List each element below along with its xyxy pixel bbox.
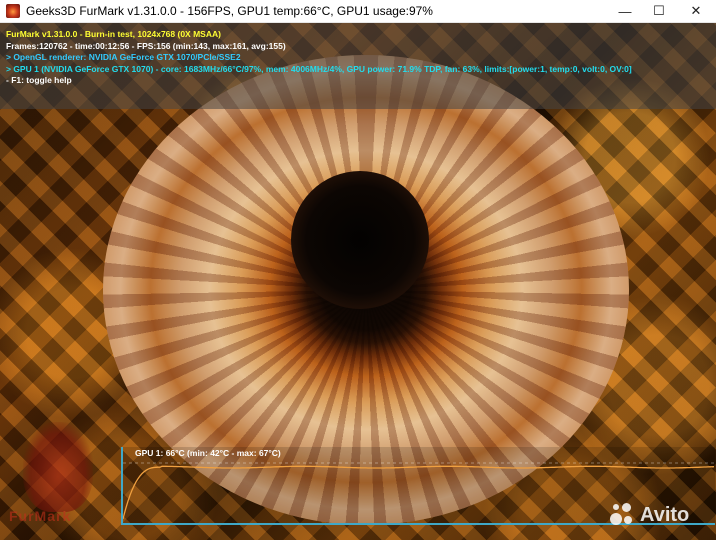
hud-overlay: FurMark v1.31.0.0 - Burn-in test, 1024x7… (0, 23, 716, 109)
hud-renderer-info: > OpenGL renderer: NVIDIA GeForce GTX 10… (6, 52, 241, 62)
maximize-button[interactable]: ☐ (642, 0, 676, 23)
title-bar: Geeks3D FurMark v1.31.0.0 - 156FPS, GPU1… (0, 0, 716, 23)
hud-gpu-info: > GPU 1 (NVIDIA GeForce GTX 1070) - core… (6, 63, 632, 74)
hud-help-hint: - F1: toggle help (6, 75, 72, 85)
furmark-logo-text: FurMark (9, 508, 72, 524)
hud-frame-stats: Frames:120762 - time:00:12:56 - FPS:156 … (6, 40, 286, 51)
graph-temperature-label: GPU 1: 66°C (min: 42°C - max: 67°C) (135, 448, 281, 458)
furmark-logo-mark (23, 422, 93, 512)
eye-pupil (291, 171, 429, 309)
avito-watermark-text: Avito (640, 503, 690, 526)
hud-benchmark-info: FurMark v1.31.0.0 - Burn-in test, 1024x7… (6, 29, 221, 39)
close-button[interactable]: ✕ (676, 0, 716, 23)
avito-watermark: Avito (608, 500, 689, 530)
furmark-app-icon (6, 4, 20, 18)
furmark-logo: FurMark (5, 420, 115, 535)
avito-dots-icon (608, 501, 636, 529)
window-title: Geeks3D FurMark v1.31.0.0 - 156FPS, GPU1… (26, 4, 433, 18)
minimize-button[interactable]: — (608, 0, 642, 23)
